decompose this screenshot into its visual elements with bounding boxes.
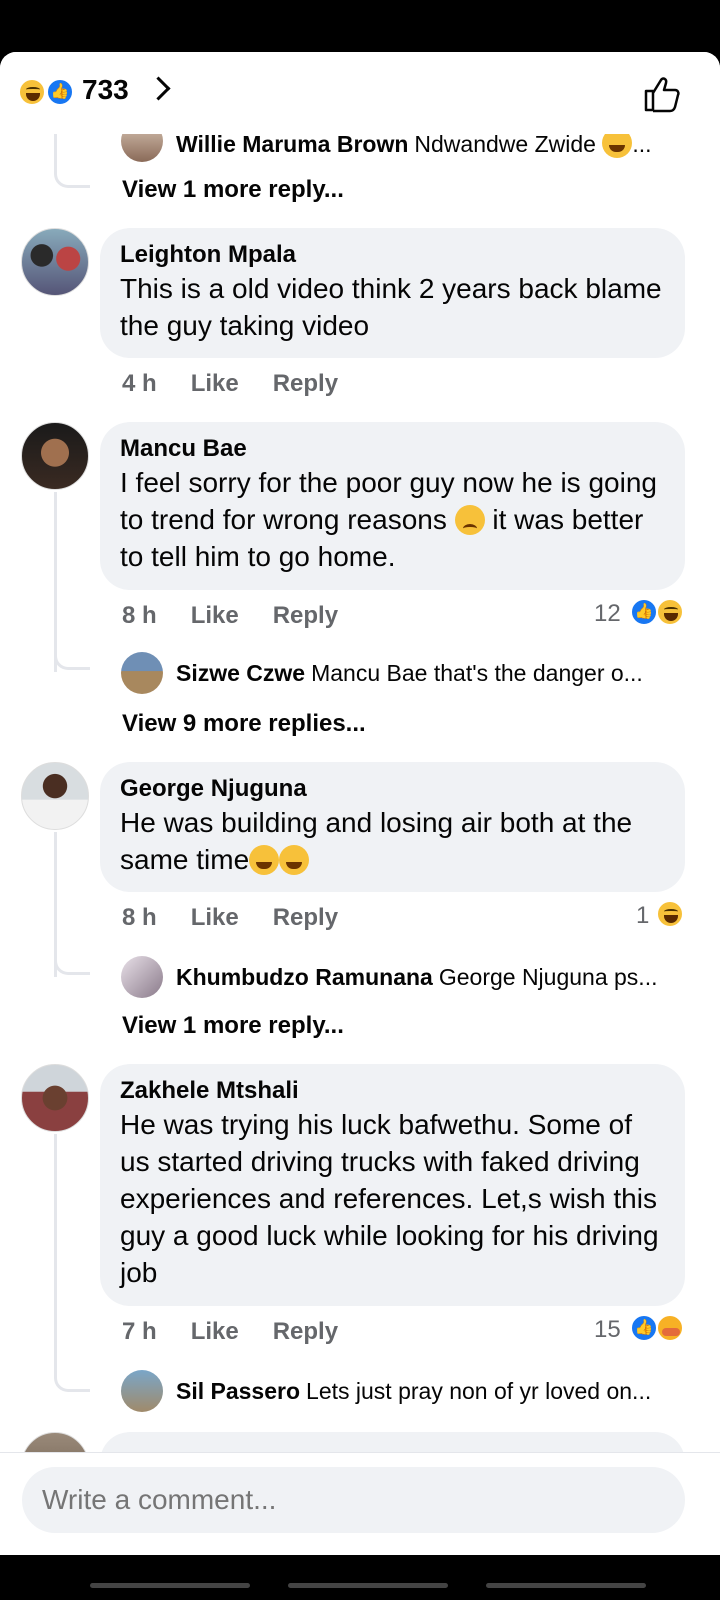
comment-actions: 8 h Like Reply bbox=[122, 602, 372, 630]
nav-handle[interactable] bbox=[288, 1583, 448, 1588]
comment-time: 8 h bbox=[122, 602, 157, 629]
reply-button[interactable]: Reply bbox=[273, 1318, 338, 1345]
thread-connector bbox=[54, 642, 90, 670]
reply-author[interactable]: Khumbudzo Ramunana bbox=[176, 964, 433, 990]
reply-text: George Njuguna ps... bbox=[438, 964, 658, 990]
nav-handle[interactable] bbox=[90, 1583, 250, 1588]
comment-bubble: Leighton Mpala This is a old video think… bbox=[100, 228, 685, 358]
system-nav-bar bbox=[0, 1555, 720, 1600]
reactions-header: 👍 733 bbox=[0, 52, 720, 134]
avatar[interactable] bbox=[21, 228, 89, 296]
reply-text: Mancu Bae that's the danger o... bbox=[311, 660, 643, 686]
comment-actions: 4 h Like Reply bbox=[122, 370, 372, 398]
thread-line bbox=[54, 1134, 57, 1374]
like-button[interactable]: Like bbox=[191, 370, 239, 397]
comment-time: 4 h bbox=[122, 370, 157, 397]
reply-item[interactable]: Khumbudzo Ramunana George Njuguna ps... bbox=[176, 964, 686, 991]
avatar[interactable] bbox=[21, 1064, 89, 1132]
like-button[interactable]: Like bbox=[191, 904, 239, 931]
reply-item[interactable]: Sizwe Czwe Mancu Bae that's the danger o.… bbox=[176, 660, 686, 687]
view-more-replies[interactable]: View 9 more replies... bbox=[122, 710, 366, 738]
comment-author[interactable]: Mancu Bae bbox=[120, 434, 665, 464]
avatar[interactable] bbox=[121, 652, 163, 694]
comment-time: 7 h bbox=[122, 1318, 157, 1345]
avatar[interactable] bbox=[21, 422, 89, 490]
like-button[interactable]: Like bbox=[191, 1318, 239, 1345]
comment-bubble: Mancu Bae I feel sorry for the poor guy … bbox=[100, 422, 685, 590]
like-post-icon[interactable] bbox=[642, 74, 682, 114]
comment-author[interactable]: Leighton Mpala bbox=[120, 240, 665, 270]
haha-reaction-icon bbox=[18, 78, 46, 106]
view-more-replies[interactable]: View 1 more reply... bbox=[122, 1012, 344, 1040]
comment-composer bbox=[0, 1452, 720, 1555]
comment-author[interactable]: George Njuguna bbox=[120, 774, 665, 804]
comment-time: 8 h bbox=[122, 904, 157, 931]
comment-text: This is a old video think 2 years back b… bbox=[120, 273, 662, 341]
reply-ellipsis: ... bbox=[632, 131, 652, 157]
sad-tear-emoji bbox=[454, 505, 485, 535]
nav-handle[interactable] bbox=[486, 1583, 646, 1588]
reaction-count[interactable]: 15 bbox=[594, 1316, 621, 1344]
reply-item[interactable]: Sil Passero Lets just pray non of yr love… bbox=[176, 1378, 686, 1405]
reply-text: Lets just pray non of yr loved on... bbox=[306, 1378, 652, 1404]
reply-button[interactable]: Reply bbox=[273, 904, 338, 931]
chevron-right-icon[interactable] bbox=[146, 76, 171, 101]
comment-actions: 8 h Like Reply bbox=[122, 904, 372, 932]
comment-author[interactable]: Zakhele Mtshali bbox=[120, 1076, 665, 1106]
like-reaction-icon: 👍 bbox=[630, 598, 658, 626]
laughing-tears-emoji bbox=[249, 845, 280, 875]
comment-bubble: George Njuguna He was building and losin… bbox=[100, 762, 685, 892]
reaction-count[interactable]: 733 bbox=[82, 74, 129, 106]
comment-text-part: He was building and losing air both at t… bbox=[120, 807, 633, 875]
thread-connector bbox=[54, 132, 90, 188]
haha-reaction-icon bbox=[656, 900, 684, 928]
laughing-tears-emoji bbox=[279, 845, 310, 875]
reply-author[interactable]: Sizwe Czwe bbox=[176, 660, 305, 686]
avatar[interactable] bbox=[21, 762, 89, 830]
comment-input[interactable] bbox=[22, 1467, 685, 1533]
comment-actions: 7 h Like Reply bbox=[122, 1318, 372, 1346]
care-reaction-icon bbox=[656, 1314, 684, 1342]
like-button[interactable]: Like bbox=[191, 602, 239, 629]
view-more-replies[interactable]: View 1 more reply... bbox=[122, 176, 344, 204]
reply-author[interactable]: Sil Passero bbox=[176, 1378, 300, 1404]
comment-text: He was building and losing air both at t… bbox=[120, 804, 665, 878]
comment-text: I feel sorry for the poor guy now he is … bbox=[120, 464, 665, 575]
reaction-count[interactable]: 12 bbox=[594, 600, 621, 628]
haha-reaction-icon bbox=[656, 598, 684, 626]
reply-author[interactable]: Willie Maruma Brown bbox=[176, 131, 408, 157]
like-reaction-icon: 👍 bbox=[630, 1314, 658, 1342]
avatar[interactable] bbox=[121, 1370, 163, 1412]
reply-button[interactable]: Reply bbox=[273, 370, 338, 397]
comment-text: He was trying his luck bafwethu. Some of… bbox=[120, 1109, 659, 1288]
comments-sheet: 👍 733 Willie Maruma Brown Ndwandwe Zwide … bbox=[0, 52, 720, 1555]
reaction-count[interactable]: 1 bbox=[636, 902, 649, 930]
reply-text: Ndwandwe Zwide bbox=[414, 131, 596, 157]
comment-bubble: Zakhele Mtshali He was trying his luck b… bbox=[100, 1064, 685, 1306]
like-reaction-icon: 👍 bbox=[46, 78, 74, 106]
thread-connector bbox=[54, 947, 90, 975]
reply-button[interactable]: Reply bbox=[273, 602, 338, 629]
avatar[interactable] bbox=[121, 956, 163, 998]
thread-connector bbox=[54, 1362, 90, 1392]
